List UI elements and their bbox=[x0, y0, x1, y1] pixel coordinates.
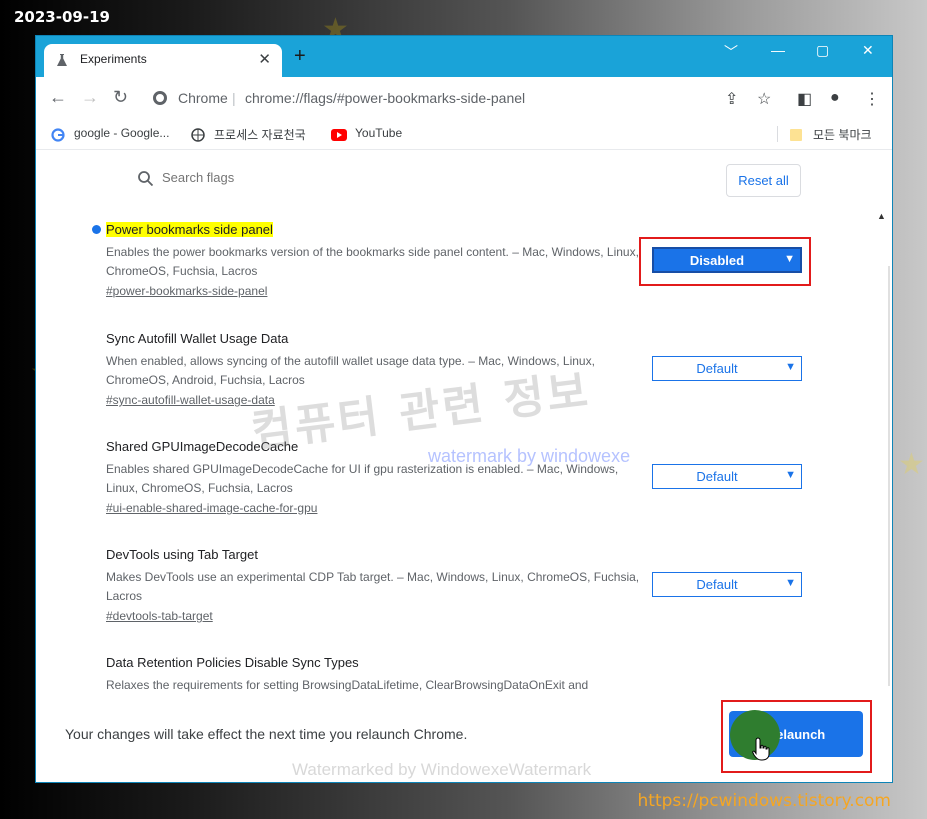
capture-date: 2023-09-19 bbox=[14, 8, 110, 26]
select-value: Default bbox=[696, 577, 738, 592]
chevron-down-icon: ▼ bbox=[785, 361, 796, 373]
bookmark-process[interactable]: 프로세스 자료천국 bbox=[214, 126, 306, 143]
flag-description: Relaxes the requirements for setting Bro… bbox=[106, 678, 589, 692]
flag-name: Power bookmarks side panel bbox=[106, 222, 273, 237]
flag-power-bookmarks: Power bookmarks side panel Enables the p… bbox=[106, 221, 646, 300]
reset-all-button[interactable]: Reset all bbox=[726, 164, 801, 197]
tab-strip: Experiments ✕ + ﹀ — ▢ ✕ bbox=[36, 36, 892, 77]
flag-name: Data Retention Policies Disable Sync Typ… bbox=[106, 655, 359, 670]
bookmark-all[interactable]: 모든 북마크 bbox=[813, 126, 872, 143]
modified-indicator bbox=[92, 225, 101, 234]
bookmark-star-icon[interactable]: ☆ bbox=[757, 89, 771, 109]
search-flags-input[interactable] bbox=[162, 170, 422, 185]
chevron-down-icon: ▼ bbox=[785, 469, 796, 481]
flask-icon bbox=[57, 54, 67, 66]
scroll-up-icon[interactable]: ▲ bbox=[877, 211, 886, 221]
omnibox-url[interactable]: chrome://flags/#power-bookmarks-side-pan… bbox=[245, 90, 525, 106]
window-close-icon[interactable]: ✕ bbox=[862, 42, 874, 59]
google-icon bbox=[51, 128, 65, 142]
watermark-text: watermark by windowexe bbox=[428, 446, 631, 466]
select-value: Default bbox=[696, 469, 738, 484]
select-value: Default bbox=[696, 361, 738, 376]
maximize-icon[interactable]: ▢ bbox=[816, 42, 829, 59]
relaunch-message: Your changes will take effect the next t… bbox=[65, 726, 468, 742]
star-icon: ★ bbox=[898, 448, 925, 481]
profile-icon[interactable]: ● bbox=[830, 89, 840, 107]
side-panel-icon[interactable]: ◧ bbox=[797, 89, 812, 109]
share-icon[interactable]: ⇪ bbox=[725, 89, 738, 109]
bookmarks-bar: google - Google... 프로세스 자료천국 YouTube 모든 … bbox=[36, 120, 892, 150]
flag-link[interactable]: #devtools-tab-target bbox=[106, 609, 213, 623]
forward-arrow-icon[interactable]: → bbox=[81, 87, 99, 108]
flag-link[interactable]: #ui-enable-shared-image-cache-for-gpu bbox=[106, 501, 317, 515]
flag-description: Makes DevTools use an experimental CDP T… bbox=[106, 570, 640, 603]
flag-select-devtools-tab[interactable]: Default ▼ bbox=[652, 572, 802, 597]
youtube-icon bbox=[331, 129, 347, 141]
bookmark-youtube[interactable]: YouTube bbox=[355, 126, 402, 140]
flag-devtools-tab: DevTools using Tab Target Makes DevTools… bbox=[106, 546, 646, 625]
tab-experiments[interactable]: Experiments ✕ bbox=[44, 44, 282, 77]
folder-icon bbox=[790, 129, 802, 141]
chrome-logo-icon bbox=[153, 91, 167, 105]
flag-name: Sync Autofill Wallet Usage Data bbox=[106, 331, 289, 346]
flag-select-sync-autofill[interactable]: Default ▼ bbox=[652, 356, 802, 381]
chevron-down-icon: ▼ bbox=[785, 577, 796, 589]
bookmark-google[interactable]: google - Google... bbox=[74, 126, 169, 140]
flag-select-shared-gpu[interactable]: Default ▼ bbox=[652, 464, 802, 489]
omnibox-separator: | bbox=[232, 90, 236, 106]
globe-icon bbox=[191, 128, 205, 142]
chevron-down-icon[interactable]: ﹀ bbox=[724, 42, 738, 62]
highlight-box bbox=[639, 237, 811, 286]
minimize-icon[interactable]: — bbox=[771, 42, 785, 58]
reload-icon[interactable]: ↻ bbox=[113, 87, 128, 108]
flag-description: Enables the power bookmarks version of t… bbox=[106, 245, 639, 278]
tab-title: Experiments bbox=[80, 52, 147, 66]
flag-data-retention: Data Retention Policies Disable Sync Typ… bbox=[106, 654, 666, 695]
bookmarks-separator bbox=[777, 126, 778, 142]
flag-name: DevTools using Tab Target bbox=[106, 547, 259, 562]
flag-link[interactable]: #power-bookmarks-side-panel bbox=[106, 284, 267, 298]
site-url-watermark: https://pcwindows.tistory.com bbox=[637, 791, 891, 811]
back-arrow-icon[interactable]: ← bbox=[49, 87, 67, 108]
new-tab-button[interactable]: + bbox=[294, 45, 306, 68]
close-icon[interactable]: ✕ bbox=[258, 50, 271, 68]
scrollbar[interactable] bbox=[888, 266, 890, 686]
search-icon bbox=[138, 171, 153, 186]
footer-watermark: Watermarked by WindowexeWatermark bbox=[292, 760, 592, 779]
omnibox-label: Chrome bbox=[178, 90, 228, 106]
menu-dots-icon[interactable]: ⋮ bbox=[864, 89, 880, 109]
highlight-box bbox=[721, 700, 872, 773]
browser-toolbar: ← → ↻ Chrome | chrome://flags/#power-boo… bbox=[36, 77, 892, 120]
